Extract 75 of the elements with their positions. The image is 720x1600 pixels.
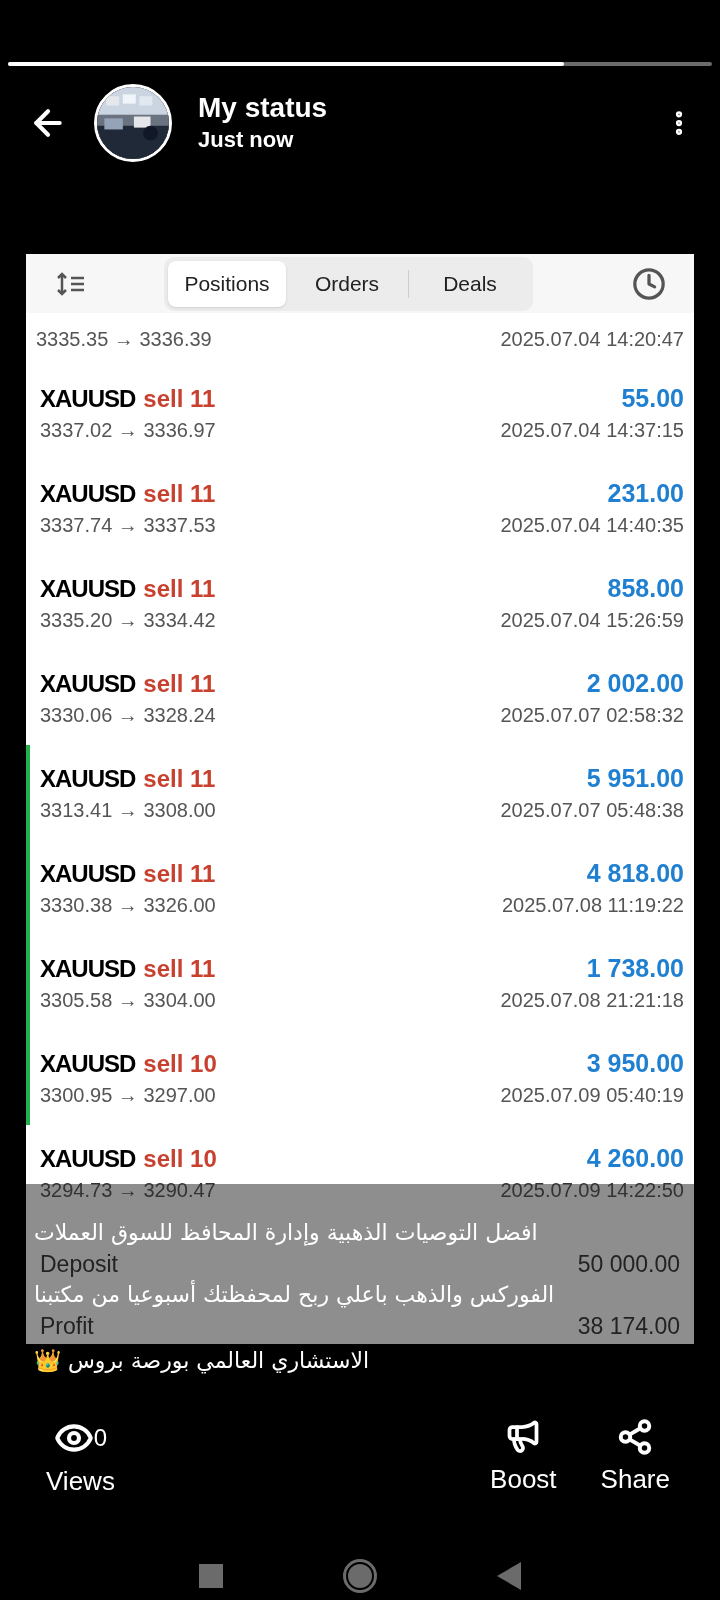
views-count: 0 bbox=[93, 1423, 108, 1453]
symbol: XAUUSD bbox=[40, 668, 136, 699]
sort-icon bbox=[56, 271, 86, 296]
symbol: XAUUSD bbox=[40, 1048, 136, 1079]
position-row[interactable]: XAUUSD sell 11 858.00 3335.20 → 3334.42 2025.07.04 15:26:59 bbox=[26, 555, 694, 650]
close-time: 2025.07.08 21:21:18 bbox=[500, 988, 684, 1014]
price-change: 3330.38 → 3326.00 bbox=[40, 893, 216, 919]
position-row[interactable]: XAUUSD sell 11 4 818.00 3330.38 → 3326.00 2025.07.08 11:19:22 bbox=[26, 840, 694, 935]
position-row[interactable]: XAUUSD sell 11 1 738.00 3305.58 → 3304.00 2025.07.08 21:21:18 bbox=[26, 935, 694, 1030]
symbol: XAUUSD bbox=[40, 858, 136, 889]
close-time: 2025.07.04 14:20:47 bbox=[500, 327, 684, 352]
order-type: sell 11 bbox=[143, 573, 216, 604]
position-row[interactable]: XAUUSD sell 11 55.00 3337.02 → 3336.97 2025.07.04 14:37:15 bbox=[26, 365, 694, 460]
symbol: XAUUSD bbox=[40, 763, 136, 794]
order-type: sell 11 bbox=[143, 858, 216, 889]
profit-value: 2 002.00 bbox=[586, 667, 684, 699]
profit-value: 3 950.00 bbox=[586, 1047, 684, 1079]
price-change: 3337.74 → 3337.53 bbox=[40, 513, 216, 539]
share-button[interactable]: Share bbox=[600, 1418, 670, 1499]
close-time: 2025.07.08 11:19:22 bbox=[501, 893, 684, 919]
tab[interactable]: Orders bbox=[288, 260, 406, 307]
summary-label: Deposit bbox=[40, 1249, 118, 1279]
close-time: 2025.07.04 15:26:59 bbox=[500, 608, 684, 634]
close-time: 2025.07.07 05:48:38 bbox=[500, 798, 684, 824]
views-label[interactable]: Views bbox=[46, 1462, 115, 1501]
caption-line: الفوركس والذهب باعلي ربح لمحفظتك أسبوعيا من مكتبنا bbox=[34, 1280, 555, 1310]
back-icon[interactable] bbox=[497, 1562, 521, 1590]
profit-value: 55.00 bbox=[621, 382, 684, 414]
symbol: XAUUSD bbox=[40, 573, 136, 604]
tab[interactable]: Positions bbox=[168, 260, 286, 307]
summary-value: 50 000.00 bbox=[577, 1249, 680, 1279]
profit-value: 858.00 bbox=[607, 572, 684, 604]
position-row[interactable]: XAUUSD sell 11 231.00 3337.74 → 3337.53 2025.07.04 14:40:35 bbox=[26, 460, 694, 555]
close-time: 2025.07.07 02:58:32 bbox=[500, 703, 684, 729]
price-change: 3313.41 → 3308.00 bbox=[40, 798, 216, 824]
close-time: 2025.07.09 14:22:50 bbox=[500, 1178, 684, 1204]
caption-line: افضل التوصيات الذهبية وإدارة المحافظ للسوق العملات bbox=[34, 1219, 538, 1248]
tab[interactable]: Deals bbox=[411, 260, 529, 307]
summary-value: 38 174.00 bbox=[577, 1311, 680, 1341]
status-time: Just now bbox=[198, 126, 295, 154]
order-type: sell 11 bbox=[143, 668, 216, 699]
caption-line: الاستشاري العالمي بورصة بروس 👑 bbox=[34, 1347, 370, 1376]
price-change: 3330.06 → 3328.24 bbox=[40, 703, 216, 729]
position-row[interactable]: XAUUSD sell 11 5 951.00 3313.41 → 3308.00 2025.07.07 05:48:38 bbox=[26, 745, 694, 840]
close-time: 2025.07.04 14:40:35 bbox=[500, 513, 684, 539]
profit-value: 231.00 bbox=[607, 477, 684, 509]
summary-label: Profit bbox=[40, 1311, 94, 1341]
symbol: XAUUSD bbox=[40, 1143, 136, 1174]
order-type: sell 10 bbox=[143, 1048, 217, 1079]
profit-value: 5 951.00 bbox=[586, 762, 684, 794]
close-time: 2025.07.09 05:40:19 bbox=[500, 1083, 684, 1109]
price-change: 3335.20 → 3334.42 bbox=[40, 608, 216, 634]
symbol: XAUUSD bbox=[40, 383, 136, 414]
price-change: 3294.73 → 3290.47 bbox=[40, 1178, 216, 1204]
price-change: 3305.58 → 3304.00 bbox=[40, 988, 216, 1014]
profit-value: 4 818.00 bbox=[586, 857, 684, 889]
history-clock-icon bbox=[632, 266, 666, 301]
symbol: XAUUSD bbox=[40, 953, 136, 984]
boost-button[interactable]: Boost bbox=[490, 1418, 557, 1499]
close-time: 2025.07.04 14:37:15 bbox=[500, 418, 684, 444]
symbol: XAUUSD bbox=[40, 478, 136, 509]
order-type: sell 11 bbox=[143, 953, 216, 984]
order-type: sell 11 bbox=[143, 383, 216, 414]
price-change: 3337.02 → 3336.97 bbox=[40, 418, 216, 444]
profit-value: 1 738.00 bbox=[586, 952, 684, 984]
home-icon[interactable] bbox=[343, 1559, 377, 1593]
status-title: My status bbox=[198, 91, 329, 125]
order-type: sell 11 bbox=[143, 478, 216, 509]
position-row[interactable]: XAUUSD sell 11 2 002.00 3330.06 → 3328.24 2025.07.07 02:58:32 bbox=[26, 650, 694, 745]
order-type: sell 10 bbox=[143, 1143, 217, 1174]
profit-value: 4 260.00 bbox=[586, 1142, 684, 1174]
order-type: sell 11 bbox=[143, 763, 216, 794]
price-change: 3335.35 → 3336.39 bbox=[36, 327, 212, 352]
price-change: 3300.95 → 3297.00 bbox=[40, 1083, 216, 1109]
position-row[interactable]: XAUUSD sell 10 3 950.00 3300.95 → 3297.00 2025.07.09 05:40:19 bbox=[26, 1030, 694, 1125]
